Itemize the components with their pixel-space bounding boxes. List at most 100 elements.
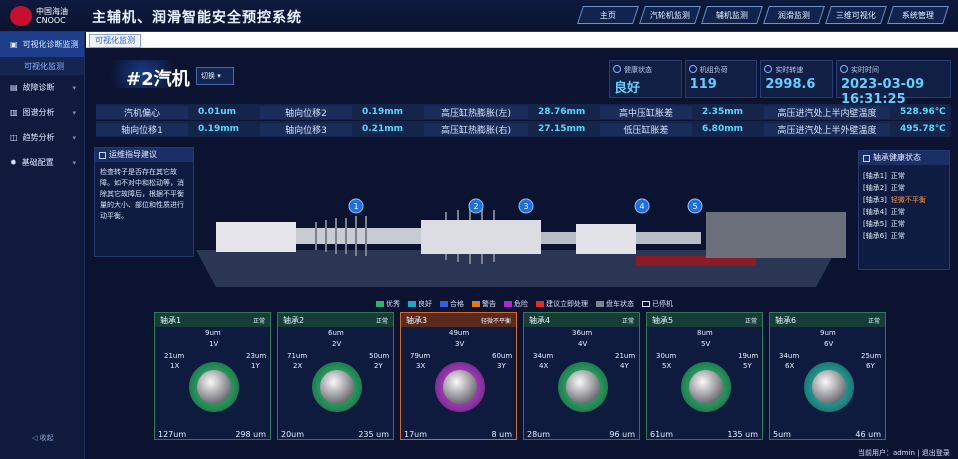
front-bearing-box [216, 222, 296, 252]
document-icon [863, 154, 870, 162]
status-health: 健康状态 良好 [609, 60, 682, 98]
param-label: 高中压缸胀差 [600, 105, 692, 119]
chevron-down-icon: ▾ [72, 83, 76, 92]
legend-item: 危险 [504, 299, 528, 309]
param-row: 汽机偏心 0.01um 轴向位移2 0.19mm 高压缸热膨胀(左) 28.76mm … [96, 104, 951, 120]
shield-icon [613, 65, 621, 73]
collapse-icon: ◁ [32, 434, 40, 442]
status-panel: 健康状态 良好 机组负荷 119 实时转速 2998.6 实时时间 2023-03-09… [609, 60, 952, 107]
advice-text: 检查转子是否存在其它故障。如不对中和松动等，消除其它故障后，根据不平衡量的大小、… [100, 168, 184, 220]
top-nav: 主页 汽轮机监测 辅机监测 润滑监测 三维可视化 系统管理 [577, 6, 949, 24]
legend-item: 良好 [408, 299, 432, 309]
bearing-core [320, 370, 354, 404]
bearing-card-4[interactable]: 轴承4 正常 36um 4V 34um 4X 21um 4Y 28um 96 um [523, 312, 640, 440]
legend-swatch [596, 301, 604, 307]
bearing-card-5[interactable]: 轴承5 正常 8um 5V 30um 5X 19um 5Y 61um 135 um [646, 312, 763, 440]
param-label: 高压缸热膨胀(右) [424, 122, 528, 136]
legend-item: 建议立即处理 [536, 299, 588, 309]
param-value: 528.96℃ [900, 107, 946, 117]
marker-labels: 123456 [353, 202, 697, 211]
advice-title: 运维指导建议 [109, 150, 157, 159]
bearing-cards: 轴承1 正常 9um 1V 21um 1X 23um 1Y 127um 298 um 轴承… [154, 312, 886, 440]
param-label: 低压缸胀差 [600, 122, 692, 136]
status-load: 机组负荷 119 [684, 60, 758, 98]
nav-system[interactable]: 系统管理 [887, 6, 949, 24]
main-content: 可视化监测 #2汽机 切换 ▾ 健康状态 良好 机组负荷 119 实时转速 2998.… [86, 32, 958, 459]
system-title: 主辅机、润滑智能安全预控系统 [92, 10, 302, 26]
bearing-card-6[interactable]: 轴承6 正常 9um 6V 34um 6X 25um 6Y 5um 46 um [769, 312, 886, 440]
sidebar-item-trend[interactable]: ◫ 趋势分析 ▾ [0, 125, 84, 150]
bearing-core [197, 370, 231, 404]
ip-casing [421, 220, 541, 254]
bearing-health-panel: 轴承健康状态 [轴承1] 正常 [轴承2] 正常 [轴承3] 轻微不平衡 [轴承4] 正… [858, 150, 950, 270]
param-label: 轴向位移1 [96, 122, 188, 136]
param-value: 28.76mm [538, 107, 586, 117]
chevron-down-icon: ▾ [217, 72, 221, 80]
bearing-card-3[interactable]: 轴承3 轻微不平衡 49um 3V 79um 3X 60um 3Y 17um 8 um [400, 312, 517, 440]
chevron-down-icon: ▾ [72, 108, 76, 117]
param-label: 高压进汽处上半外壁温度 [764, 122, 890, 136]
nav-3d[interactable]: 三维可视化 [825, 6, 887, 24]
nav-lubrication[interactable]: 润滑监测 [763, 6, 825, 24]
footer: 当前用户：admin | 退出登录 [858, 449, 950, 457]
nav-home[interactable]: 主页 [577, 6, 639, 24]
bearing-card-2[interactable]: 轴承2 正常 6um 2V 71um 2X 50um 2Y 20um 235 um [277, 312, 394, 440]
fault-icon: ▤ [10, 83, 18, 92]
monitor-icon: ▣ [10, 40, 18, 49]
sidebar-subitem-visual[interactable]: 可视化监测 [0, 57, 84, 75]
legend-item: 已停机 [642, 299, 673, 309]
list-item: [轴承4] 正常 [863, 208, 905, 216]
param-label: 轴向位移2 [260, 105, 352, 119]
generator [706, 212, 846, 258]
document-icon [99, 151, 106, 159]
sidebar: ▣ 可视化诊断监测 可视化监测 ▤ 故障诊断 ▾ ▥ 图谱分析 ▾ ◫ 趋势分析 ▾ ✹ 基础配… [0, 32, 85, 459]
list-item: [轴承3] 轻微不平衡 [863, 196, 926, 204]
sidebar-item-fault[interactable]: ▤ 故障诊断 ▾ [0, 75, 84, 100]
nav-turbine[interactable]: 汽轮机监测 [639, 6, 701, 24]
spectrum-icon: ▥ [10, 108, 18, 117]
legend-swatch [642, 301, 650, 307]
legend-swatch [376, 301, 384, 307]
param-value: 0.19mm [362, 107, 403, 117]
logout-link[interactable]: 退出登录 [922, 449, 950, 457]
marker-label-3: 3 [523, 202, 528, 211]
sidebar-item-config[interactable]: ✹ 基础配置 ▾ [0, 150, 84, 175]
legend-swatch [440, 301, 448, 307]
bearing-health-list: [轴承1] 正常 [轴承2] 正常 [轴承3] 轻微不平衡 [轴承4] 正常 [轴承5]… [859, 165, 949, 247]
sidebar-item-visual-monitor[interactable]: ▣ 可视化诊断监测 [0, 32, 84, 57]
gear-icon: ✹ [10, 158, 17, 167]
param-value: 0.19mm [198, 124, 239, 134]
speed-icon [764, 65, 773, 73]
param-row: 轴向位移1 0.19mm 轴向位移3 0.21mm 高压缸热膨胀(右) 27.15mm… [96, 121, 951, 137]
switch-button[interactable]: 切换 ▾ [196, 67, 234, 85]
status-speed: 实时转速 2998.6 [760, 60, 833, 98]
lp-casing [576, 224, 636, 254]
logo-text: 中国海油 CNOOC [36, 7, 68, 25]
marker-label-4: 4 [639, 202, 644, 211]
bearing-core [689, 370, 723, 404]
legend-swatch [472, 301, 480, 307]
collapse-button[interactable]: ◁ 收起 [32, 433, 54, 443]
legend-swatch [504, 301, 512, 307]
marker-label-2: 2 [473, 202, 478, 211]
sidebar-item-spectrum[interactable]: ▥ 图谱分析 ▾ [0, 100, 84, 125]
param-value: 6.80mm [702, 124, 743, 134]
legend-swatch [408, 301, 416, 307]
param-label: 汽机偏心 [96, 105, 188, 119]
param-label: 高压缸热膨胀(左) [424, 105, 528, 119]
top-bar: 中国海油 CNOOC 主辅机、润滑智能安全预控系统 主页 汽轮机监测 辅机监测 润… [0, 0, 958, 32]
bearing-health-title: 轴承健康状态 [873, 153, 921, 162]
tab-visual[interactable]: 可视化监测 [89, 34, 141, 48]
parameter-table: 汽机偏心 0.01um 轴向位移2 0.19mm 高压缸热膨胀(左) 28.76mm … [96, 104, 951, 137]
turbine-3d-model[interactable]: 123456 [196, 152, 846, 302]
trend-icon: ◫ [10, 133, 18, 142]
param-value: 0.21mm [362, 124, 403, 134]
bearing-core [443, 370, 477, 404]
bearing-card-1[interactable]: 轴承1 正常 9um 1V 21um 1X 23um 1Y 127um 298 um [154, 312, 271, 440]
cnooc-logo-icon [10, 6, 32, 26]
bearing-core [566, 370, 600, 404]
nav-auxiliary[interactable]: 辅机监测 [701, 6, 763, 24]
status-time: 实时时间 2023-03-09 16:31:25 [835, 60, 952, 107]
list-item: [轴承6] 正常 [863, 232, 905, 240]
list-item: [轴承1] 正常 [863, 172, 905, 180]
